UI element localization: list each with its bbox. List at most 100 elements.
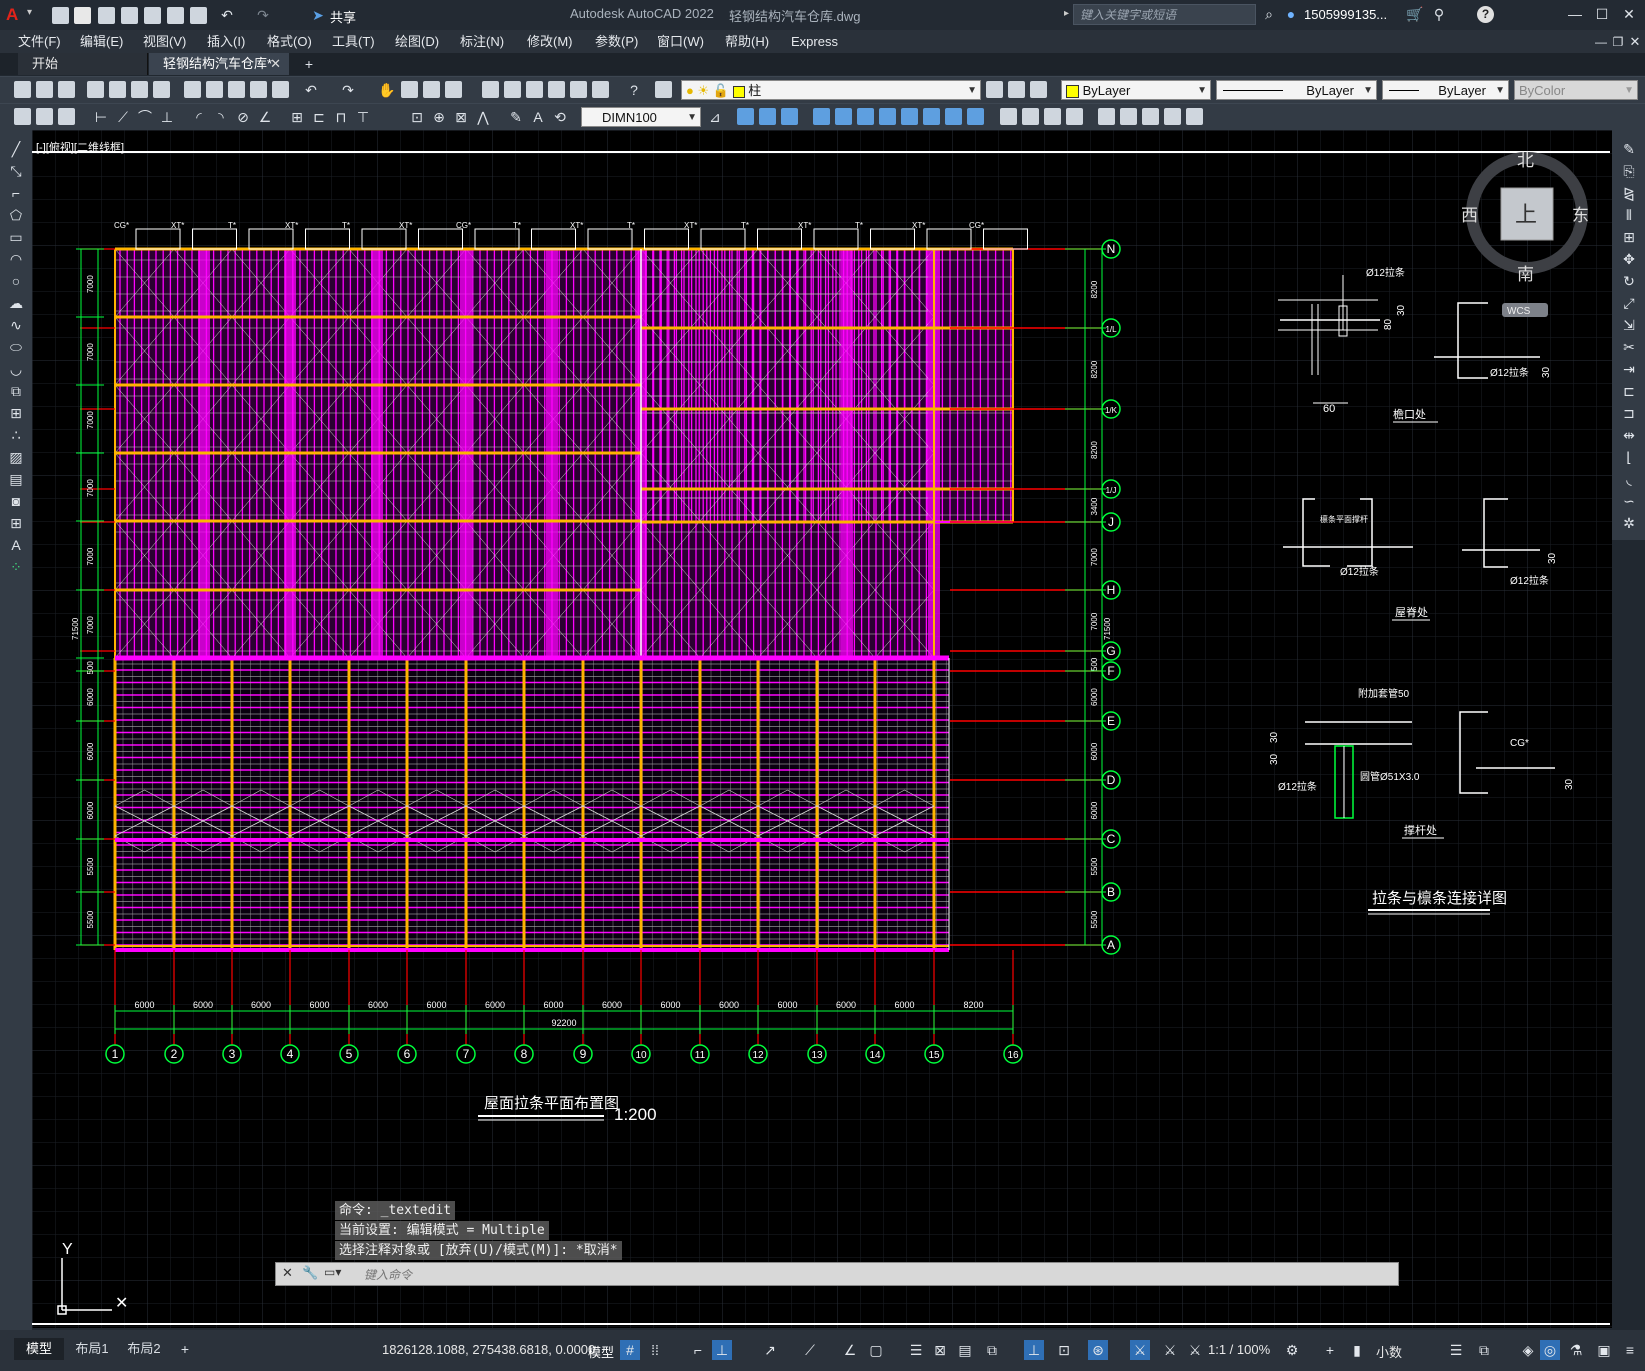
inspect-icon[interactable]: ⊠ — [452, 108, 470, 126]
polyline-icon[interactable]: ⌐ — [7, 184, 25, 202]
layout-tab-1[interactable]: 布局1 — [68, 1338, 116, 1360]
zoom-window-icon[interactable] — [423, 81, 440, 98]
lineweight-dropdown[interactable]: ByLayer ▼ — [1382, 80, 1509, 100]
design-center-icon[interactable] — [504, 81, 521, 98]
draworder-icon[interactable] — [14, 108, 31, 125]
circle-icon[interactable]: ○ — [7, 272, 25, 290]
make-current-icon[interactable] — [986, 81, 1003, 98]
command-recent-icon[interactable]: ▭▾ — [324, 1265, 341, 1279]
redo-icon[interactable]: ↷ — [254, 6, 272, 24]
dim-space-icon[interactable]: ⊤ — [354, 108, 372, 126]
units-icon[interactable]: ▮ — [1350, 1340, 1364, 1360]
add-selected-icon[interactable]: ⁘ — [7, 558, 25, 576]
menu-tools[interactable]: 工具(T) — [332, 30, 375, 53]
share-button[interactable]: 共享 — [330, 7, 356, 26]
gradient-icon[interactable]: ▤ — [7, 470, 25, 488]
layout-tab-model[interactable]: 模型 — [14, 1338, 64, 1360]
auto-scale-icon[interactable]: ⚔ — [1185, 1340, 1205, 1360]
quick-dim-icon[interactable]: ⊞ — [288, 108, 306, 126]
color-dropdown[interactable]: ByLayer ▼ — [1061, 80, 1211, 100]
snap-toggle-icon[interactable]: ⁞⁞ — [645, 1340, 665, 1360]
tab-start[interactable]: 开始 — [18, 53, 148, 75]
user-name[interactable]: 1505999135... — [1304, 7, 1387, 22]
open-icon[interactable] — [36, 81, 53, 98]
markup-icon[interactable] — [570, 81, 587, 98]
units-value[interactable]: 小数 — [1376, 1342, 1402, 1361]
mirror-icon[interactable]: ⧎ — [1620, 184, 1638, 202]
ordinate-dim-icon[interactable]: ⊥ — [158, 108, 176, 126]
fillet-icon[interactable]: ◟ — [1620, 470, 1638, 488]
aligned-dim-icon[interactable]: ⟋ — [114, 108, 132, 126]
command-input[interactable]: 键入命令 — [364, 1266, 412, 1283]
explode-icon[interactable]: ✲ — [1620, 514, 1638, 532]
new-file-icon[interactable] — [52, 7, 69, 24]
break-point-icon[interactable]: ⊏ — [1620, 382, 1638, 400]
command-customize-icon[interactable]: 🔧 — [302, 1265, 318, 1281]
copy-faces-icon[interactable] — [945, 108, 962, 125]
table-icon[interactable]: ⊞ — [7, 514, 25, 532]
cut-icon[interactable] — [184, 81, 201, 98]
tab-close-icon[interactable]: ✕ — [270, 53, 281, 75]
join-icon[interactable]: ⇹ — [1620, 426, 1638, 444]
minimize-icon[interactable]: — — [1566, 5, 1584, 23]
transparency-icon[interactable]: ▤ — [955, 1340, 975, 1360]
stretch-icon[interactable]: ⇲ — [1620, 316, 1638, 334]
dim-edit-icon[interactable]: ✎ — [507, 108, 525, 126]
menu-help[interactable]: 帮助(H) — [725, 30, 769, 53]
viewcube-west[interactable]: 西 — [1461, 206, 1478, 225]
sheet-set-icon[interactable] — [548, 81, 565, 98]
extend-icon[interactable]: ⇥ — [1620, 360, 1638, 378]
layout-tab-2[interactable]: 布局2 — [120, 1338, 168, 1360]
chamfer-icon[interactable]: ⌊ — [1620, 448, 1638, 466]
cart-icon[interactable]: 🛒 — [1406, 5, 1424, 23]
viewcube-east[interactable]: 东 — [1572, 206, 1589, 225]
extrude-faces-icon[interactable] — [813, 108, 830, 125]
layer-state-icon[interactable] — [1030, 81, 1047, 98]
undo-icon-2[interactable]: ↶ — [302, 81, 320, 99]
model-space-button[interactable]: 模型 — [588, 1342, 614, 1361]
break-icon[interactable]: ⊐ — [1620, 404, 1638, 422]
doc-minimize-icon[interactable]: — — [1592, 33, 1610, 51]
isolate-objects-icon[interactable]: ◈ — [1518, 1340, 1538, 1360]
3d-osnap-icon[interactable]: ⊥ — [1024, 1340, 1044, 1360]
solid-subtract-icon[interactable] — [759, 108, 776, 125]
color-edges-icon[interactable] — [1164, 108, 1181, 125]
check-icon[interactable] — [1098, 108, 1115, 125]
selection-cycling-icon[interactable]: ⧉ — [982, 1340, 1002, 1360]
plotstyle-dropdown[interactable]: ByColor ▼ — [1514, 80, 1638, 100]
lineweight-icon[interactable]: ⊠ — [930, 1340, 950, 1360]
shell-icon[interactable] — [1066, 108, 1083, 125]
annotation-monitor-icon[interactable]: + — [1320, 1340, 1340, 1360]
menu-window[interactable]: 窗口(W) — [657, 30, 704, 53]
drawing-canvas[interactable]: [-][俯视][二维线框] CG* XT* T* XT* T* XT* CG* T* XT* T*… — [32, 130, 1612, 1328]
app-menu-chevron-icon[interactable]: ▾ — [27, 7, 32, 18]
separate-icon[interactable] — [1044, 108, 1061, 125]
menu-edit[interactable]: 编辑(E) — [80, 30, 123, 53]
open-web-icon[interactable] — [144, 7, 161, 24]
close-icon[interactable]: ✕ — [1620, 5, 1638, 23]
extrude-edges-icon[interactable] — [1120, 108, 1137, 125]
block-editor-icon[interactable] — [272, 81, 289, 98]
hatch-icon[interactable]: ▨ — [7, 448, 25, 466]
dim-style-manager-icon[interactable]: ⊿ — [706, 108, 724, 126]
plot-preview-icon[interactable] — [109, 81, 126, 98]
erase-icon[interactable]: ✎ — [1620, 140, 1638, 158]
continue-dim-icon[interactable]: ⊓ — [332, 108, 350, 126]
dynamic-input-icon[interactable]: ⊥ — [712, 1340, 732, 1360]
add-layout-icon[interactable]: + — [176, 1340, 194, 1358]
offset-icon[interactable]: ⫴ — [1620, 206, 1638, 224]
doc-close-icon[interactable]: ✕ — [1626, 33, 1644, 51]
line-icon[interactable]: ╱ — [7, 140, 25, 158]
layer-dropdown[interactable]: ● ☀ 🔓 柱 ▼ — [681, 80, 981, 100]
move-faces-icon[interactable] — [835, 108, 852, 125]
menu-dimension[interactable]: 标注(N) — [460, 30, 504, 53]
save-icon-2[interactable] — [58, 81, 75, 98]
rotate-icon[interactable]: ↻ — [1620, 272, 1638, 290]
solid-union-icon[interactable] — [737, 108, 754, 125]
open-file-icon[interactable] — [74, 7, 91, 24]
menu-view[interactable]: 视图(V) — [143, 30, 186, 53]
quick-properties-icon[interactable]: ☰ — [1446, 1340, 1466, 1360]
customization-icon[interactable]: ▣ — [1594, 1340, 1614, 1360]
jogged-linear-icon[interactable]: ⋀ — [474, 108, 492, 126]
pan-icon[interactable]: ✋ — [378, 81, 396, 99]
